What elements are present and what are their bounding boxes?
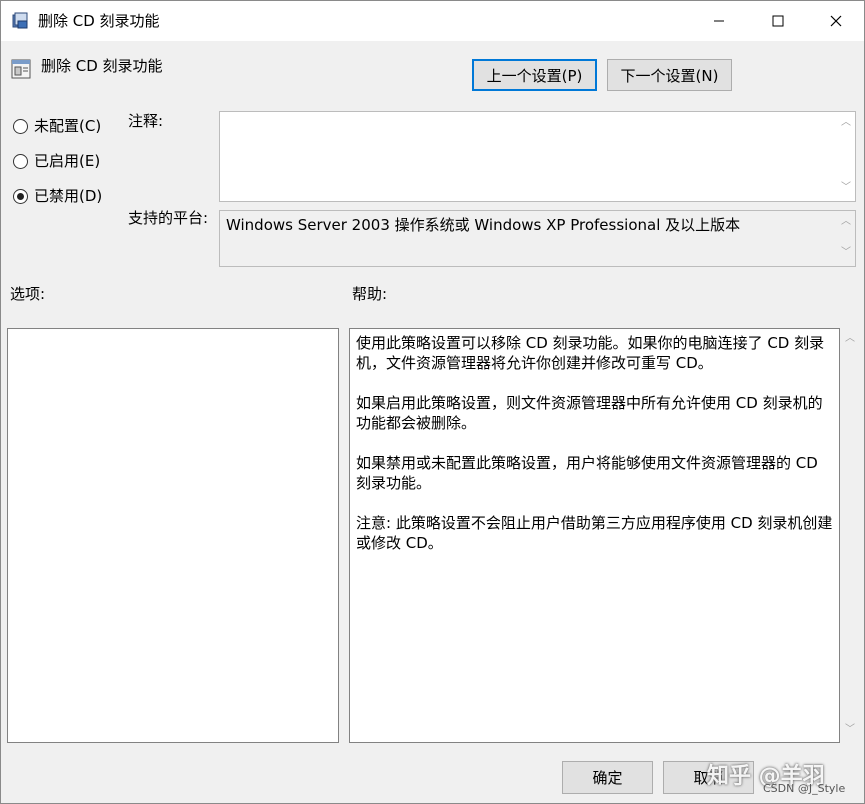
radio-disabled[interactable]: 已禁用(D) [13, 186, 102, 206]
radio-label: 已禁用(D) [34, 187, 103, 205]
next-setting-button[interactable]: 下一个设置(N) [607, 59, 732, 91]
help-label: 帮助: [352, 285, 388, 303]
platform-scrollbar[interactable]: ︿ ﹀ [837, 211, 855, 266]
close-button[interactable] [807, 1, 864, 41]
help-paragraph: 如果启用此策略设置，则文件资源管理器中所有允许使用 CD 刻录机的功能都会被删除… [356, 394, 823, 432]
comment-scrollbar[interactable]: ︿ ﹀ [837, 112, 855, 201]
scroll-down-icon[interactable]: ﹀ [841, 248, 851, 258]
maximize-button[interactable] [749, 1, 807, 41]
help-paragraph: 注意: 此策略设置不会阻止用户借助第三方应用程序使用 CD 刻录机创建或修改 C… [356, 514, 833, 552]
policy-title: 删除 CD 刻录功能 [41, 57, 163, 75]
scroll-up-icon[interactable]: ︿ [841, 217, 851, 227]
ok-button[interactable]: 确定 [562, 761, 653, 794]
group-policy-dialog: 删除 CD 刻录功能 删除 CD 刻录功能 上一个设置(P) 下一个设置(N) … [0, 0, 865, 804]
window-title: 删除 CD 刻录功能 [38, 12, 160, 30]
radio-label: 已启用(E) [34, 152, 101, 170]
radio-circle[interactable] [13, 118, 28, 134]
close-icon [830, 15, 842, 27]
scroll-up-icon[interactable]: ︿ [841, 118, 851, 128]
radio-label: 未配置(C) [34, 117, 102, 135]
watermark-subtext: CSDN @J_Style [763, 782, 846, 795]
help-paragraph: 使用此策略设置可以移除 CD 刻录功能。如果你的电脑连接了 CD 刻录机，文件资… [356, 334, 825, 372]
minimize-icon [714, 20, 724, 22]
scroll-down-icon[interactable]: ﹀ [845, 725, 855, 735]
help-panel: 使用此策略设置可以移除 CD 刻录功能。如果你的电脑连接了 CD 刻录机，文件资… [349, 328, 840, 743]
policy-settings-icon [12, 12, 28, 29]
platform-value: Windows Server 2003 操作系统或 Windows XP Pro… [226, 216, 741, 234]
scroll-down-icon[interactable]: ﹀ [841, 183, 851, 193]
maximize-icon [772, 15, 784, 27]
platform-label: 支持的平台: [128, 209, 209, 227]
radio-circle-selected[interactable] [13, 188, 28, 204]
comment-textarea[interactable]: ︿ ﹀ [219, 111, 856, 202]
previous-setting-button[interactable]: 上一个设置(P) [472, 59, 597, 91]
options-panel[interactable] [7, 328, 339, 743]
title-bar[interactable]: 删除 CD 刻录功能 [1, 1, 864, 41]
scroll-up-icon[interactable]: ︿ [845, 334, 855, 344]
supported-platform-field: Windows Server 2003 操作系统或 Windows XP Pro… [219, 210, 856, 267]
help-paragraph: 如果禁用或未配置此策略设置，用户将能够使用文件资源管理器的 CD 刻录功能。 [356, 454, 818, 492]
minimize-button[interactable] [690, 1, 748, 41]
help-scrollbar[interactable]: ︿ ﹀ [841, 328, 859, 743]
radio-not-configured[interactable]: 未配置(C) [13, 116, 101, 136]
options-label: 选项: [10, 285, 46, 303]
radio-circle[interactable] [13, 153, 28, 169]
policy-setting-icon [11, 59, 31, 79]
comment-label: 注释: [128, 112, 164, 130]
radio-enabled[interactable]: 已启用(E) [13, 151, 100, 171]
